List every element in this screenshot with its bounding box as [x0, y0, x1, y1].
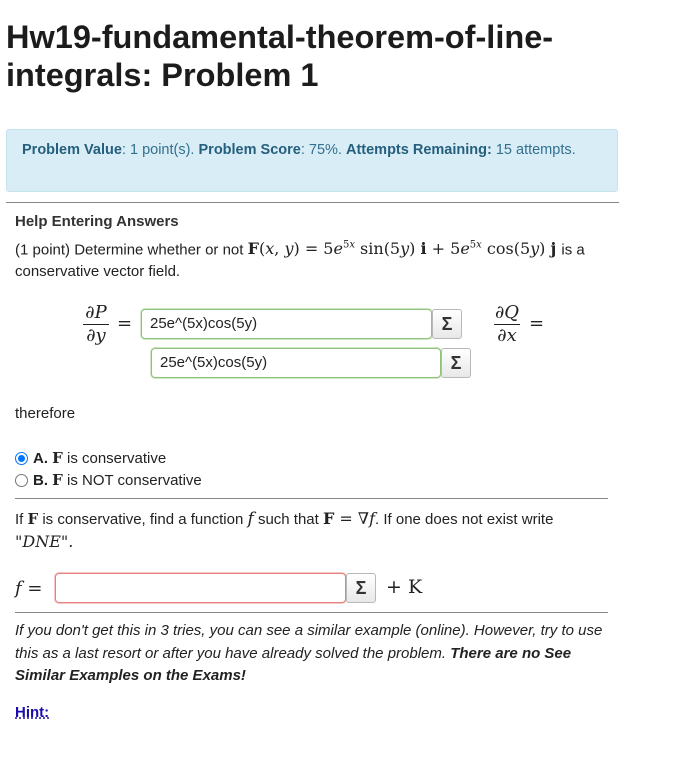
option-b-radio[interactable]	[15, 474, 28, 487]
dp-dy-answer-input[interactable]: 25e^(5x)cos(5y)	[141, 309, 432, 339]
hint-link[interactable]: Hint:	[15, 704, 49, 721]
problem-value-label: Problem Value	[22, 142, 122, 158]
attempts-value: 15 attempts.	[495, 142, 576, 158]
dq-dx-fraction: ∂Q ∂x	[494, 303, 520, 346]
option-a-radio[interactable]	[15, 452, 28, 465]
problem-points: (1 point) Determine whether or not	[15, 241, 244, 259]
problem-value: : 1 point(s).	[121, 142, 195, 158]
therefore-text: therefore	[15, 405, 76, 422]
option-b-label[interactable]: B. F is NOT conservative	[33, 471, 202, 489]
problem-score: : 75%.	[300, 142, 342, 158]
divider	[15, 498, 608, 499]
divider	[15, 612, 608, 613]
vector-field-formula: F(x, y) = 5e5x sin(5y) i + 5e5x cos(5y) …	[247, 239, 557, 259]
dx-denominator: ∂x	[497, 325, 517, 346]
dq-dx-answer-input[interactable]: 25e^(5x)cos(5y)	[151, 348, 441, 378]
attempts-label: Attempts Remaining:	[345, 142, 492, 158]
equals-sign: =	[117, 313, 133, 334]
page-title: Hw19-fundamental-theorem-of-line-integra…	[6, 19, 554, 93]
f-equals-label: f =	[15, 578, 43, 599]
dp-numerator: ∂P	[85, 302, 107, 323]
option-a-label[interactable]: A. F is conservative	[33, 449, 166, 467]
equation-editor-button[interactable]: Σ	[432, 309, 462, 339]
problem-statement: (1 point) Determine whether or not F(x, …	[15, 235, 615, 283]
divider	[6, 202, 619, 203]
equation-editor-button[interactable]: Σ	[346, 573, 376, 603]
f-answer-input[interactable]	[55, 573, 346, 603]
dp-dy-fraction: ∂P ∂y	[83, 303, 109, 346]
help-entering-answers-link[interactable]: Help Entering Answers	[15, 213, 179, 230]
plus-k-label: + K	[386, 576, 423, 598]
problem-score-label: Problem Score	[198, 142, 301, 158]
dy-denominator: ∂y	[86, 325, 106, 346]
problem-info-text: Problem Value: 1 point(s). Problem Score…	[22, 139, 612, 161]
part2-statement: If F is conservative, find a function f …	[15, 509, 554, 551]
dq-numerator: ∂Q	[494, 302, 520, 323]
equals-sign: =	[529, 313, 545, 334]
similar-example-note: If you don't get this in 3 tries, you ca…	[15, 622, 603, 684]
equation-editor-button[interactable]: Σ	[441, 348, 471, 378]
